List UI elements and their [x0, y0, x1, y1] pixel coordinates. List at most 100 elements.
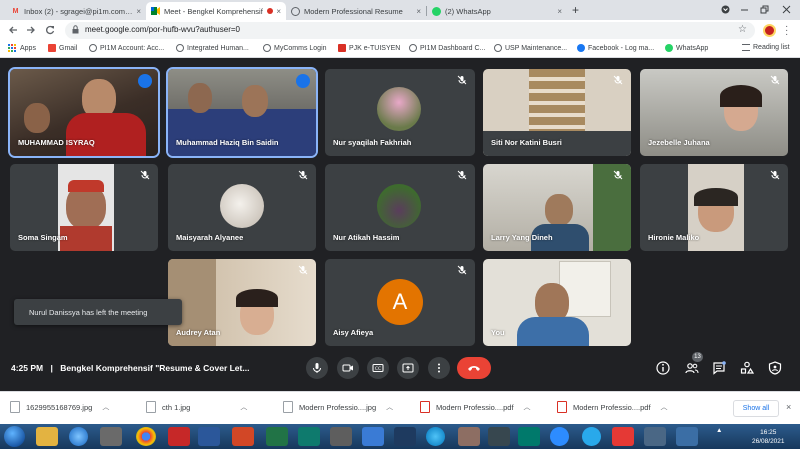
meeting-info-icon[interactable]: [656, 361, 670, 375]
chevron-up-icon[interactable]: ︿: [240, 402, 247, 412]
maximize-icon[interactable]: [760, 1, 769, 17]
participant-tile[interactable]: Hironie Maliko: [640, 164, 788, 251]
chat-icon[interactable]: [712, 361, 726, 375]
chrome-icon[interactable]: [136, 427, 156, 446]
meeting-details[interactable]: 4:25 PM | Bengkel Komprehensif "Resume &…: [11, 363, 249, 373]
participant-avatar: [220, 184, 264, 228]
participant-tile[interactable]: Jezebelle Juhana: [640, 69, 788, 156]
app-icon[interactable]: [488, 427, 510, 446]
participant-tile[interactable]: Audrey Atan: [168, 259, 316, 346]
word-icon[interactable]: [198, 427, 220, 446]
download-item[interactable]: Modern Professio....pdf ︿: [420, 401, 531, 413]
chevron-up-icon[interactable]: ︿: [386, 402, 393, 412]
zoom-icon[interactable]: [550, 427, 569, 446]
more-options-button[interactable]: [428, 357, 450, 379]
menu-icon[interactable]: · · ·: [785, 22, 788, 40]
tab-meet[interactable]: Meet - Bengkel Komprehensif ×: [146, 2, 286, 20]
app-icon[interactable]: [330, 427, 352, 446]
captions-icon: CC: [372, 364, 384, 372]
reading-list-label: Reading list: [753, 44, 790, 51]
telegram-icon[interactable]: [582, 427, 601, 446]
tab-resume[interactable]: Modern Professional Resume ×: [286, 2, 426, 20]
participant-tile[interactable]: MUHAMMAD ISYRAQ: [8, 67, 160, 158]
address-bar[interactable]: meet.google.com/por-hufb-wvu?authuser=0 …: [65, 22, 755, 39]
app-icon[interactable]: [426, 427, 445, 446]
participant-tile[interactable]: Nur syaqilah Fakhriah: [325, 69, 475, 156]
window-close-icon[interactable]: [782, 1, 791, 17]
chevron-up-icon[interactable]: ︿: [661, 402, 668, 412]
participant-tile[interactable]: Siti Nor Katini Busri: [483, 69, 631, 156]
download-item[interactable]: Modern Professio....jpg ︿: [283, 401, 393, 413]
back-icon[interactable]: [8, 23, 18, 38]
participant-name: Jezebelle Juhana: [648, 138, 710, 147]
camera-button[interactable]: [337, 357, 359, 379]
excel-icon[interactable]: [266, 427, 288, 446]
present-now-button[interactable]: [397, 357, 419, 379]
publisher-icon[interactable]: [298, 427, 320, 446]
bookmark-pi1m-dashboard[interactable]: PI1M Dashboard C...: [409, 44, 485, 52]
forward-icon[interactable]: [26, 23, 36, 38]
powerpoint-icon[interactable]: [232, 427, 254, 446]
internet-explorer-icon[interactable]: [69, 427, 88, 446]
people-icon[interactable]: [685, 361, 699, 375]
reading-list-button[interactable]: Reading list: [742, 44, 790, 51]
minimize-icon[interactable]: [740, 1, 749, 17]
participant-name: You: [491, 328, 505, 337]
bookmark-apps[interactable]: Apps: [8, 44, 36, 52]
bookmark-facebook[interactable]: Facebook - Log ma...: [577, 44, 654, 52]
start-button[interactable]: [4, 426, 25, 447]
participant-tile[interactable]: Muhammad Haziq Bin Saidin: [166, 67, 318, 158]
media-player-icon[interactable]: [100, 427, 122, 446]
tab-search-icon[interactable]: [721, 1, 730, 17]
show-all-downloads-button[interactable]: Show all: [733, 400, 779, 417]
bookmark-integrated-human[interactable]: Integrated Human...: [176, 44, 249, 52]
app-icon[interactable]: [362, 427, 384, 446]
participant-tile-self[interactable]: You: [483, 259, 631, 346]
participant-tile[interactable]: A Aisy Afieya: [325, 259, 475, 346]
browser-tab-strip: M Inbox (2) - sgragei@pi1m.com.my × Meet…: [0, 0, 800, 20]
download-item[interactable]: 1629955168769.jpg ︿: [10, 401, 109, 413]
acrobat-icon[interactable]: [612, 427, 634, 446]
reload-icon[interactable]: [45, 23, 55, 38]
bookmark-whatsapp[interactable]: WhatsApp: [665, 44, 708, 52]
app-icon[interactable]: [518, 427, 540, 446]
app-icon[interactable]: [676, 427, 698, 446]
system-tray[interactable]: ▲: [716, 427, 722, 434]
leave-call-button[interactable]: [457, 357, 491, 379]
profile-avatar[interactable]: [763, 24, 776, 37]
chevron-up-icon[interactable]: ︿: [102, 402, 109, 412]
bookmark-pjk[interactable]: PJK e-TUISYEN: [338, 44, 400, 52]
bookmark-gmail[interactable]: Gmail: [48, 44, 77, 52]
participant-tile[interactable]: Maisyarah Alyanee: [168, 164, 316, 251]
bookmark-pi1m-account[interactable]: PI1M Account: Acc...: [89, 44, 164, 52]
meeting-time: 4:25 PM: [11, 363, 44, 373]
close-icon[interactable]: ×: [557, 7, 562, 16]
download-item[interactable]: Modern Professio....pdf ︿: [557, 401, 668, 413]
download-item[interactable]: cth 1.jpg ︿: [146, 401, 247, 413]
close-icon[interactable]: ×: [416, 7, 421, 16]
close-downloads-icon[interactable]: ×: [786, 402, 791, 412]
close-icon[interactable]: ×: [136, 7, 141, 16]
participant-tile[interactable]: Soma Singam: [10, 164, 158, 251]
app-icon[interactable]: [394, 427, 416, 446]
file-explorer-icon[interactable]: [36, 427, 58, 446]
app-icon[interactable]: [644, 427, 666, 446]
activities-icon[interactable]: [740, 361, 754, 375]
app-icon[interactable]: [168, 427, 190, 446]
svg-text:CC: CC: [375, 366, 381, 372]
new-tab-button[interactable]: +: [572, 3, 579, 17]
close-icon[interactable]: ×: [276, 7, 281, 16]
participant-tile[interactable]: Larry Yang Dineh: [483, 164, 631, 251]
tab-gmail[interactable]: M Inbox (2) - sgragei@pi1m.com.my ×: [6, 2, 146, 20]
tab-whatsapp[interactable]: (2) WhatsApp ×: [427, 2, 567, 20]
app-icon[interactable]: [458, 427, 480, 446]
host-controls-icon[interactable]: [768, 361, 782, 375]
bookmark-usp[interactable]: USP Maintenance...: [494, 44, 567, 52]
bookmark-star-icon[interactable]: ☆: [738, 24, 747, 35]
captions-button[interactable]: CC: [367, 357, 389, 379]
bookmark-mycomms[interactable]: MyComms Login: [263, 44, 327, 52]
taskbar-clock[interactable]: 16:25 26/08/2021: [752, 428, 785, 446]
chevron-up-icon[interactable]: ︿: [524, 402, 531, 412]
participant-tile[interactable]: Nur Atikah Hassim: [325, 164, 475, 251]
microphone-button[interactable]: [306, 357, 328, 379]
